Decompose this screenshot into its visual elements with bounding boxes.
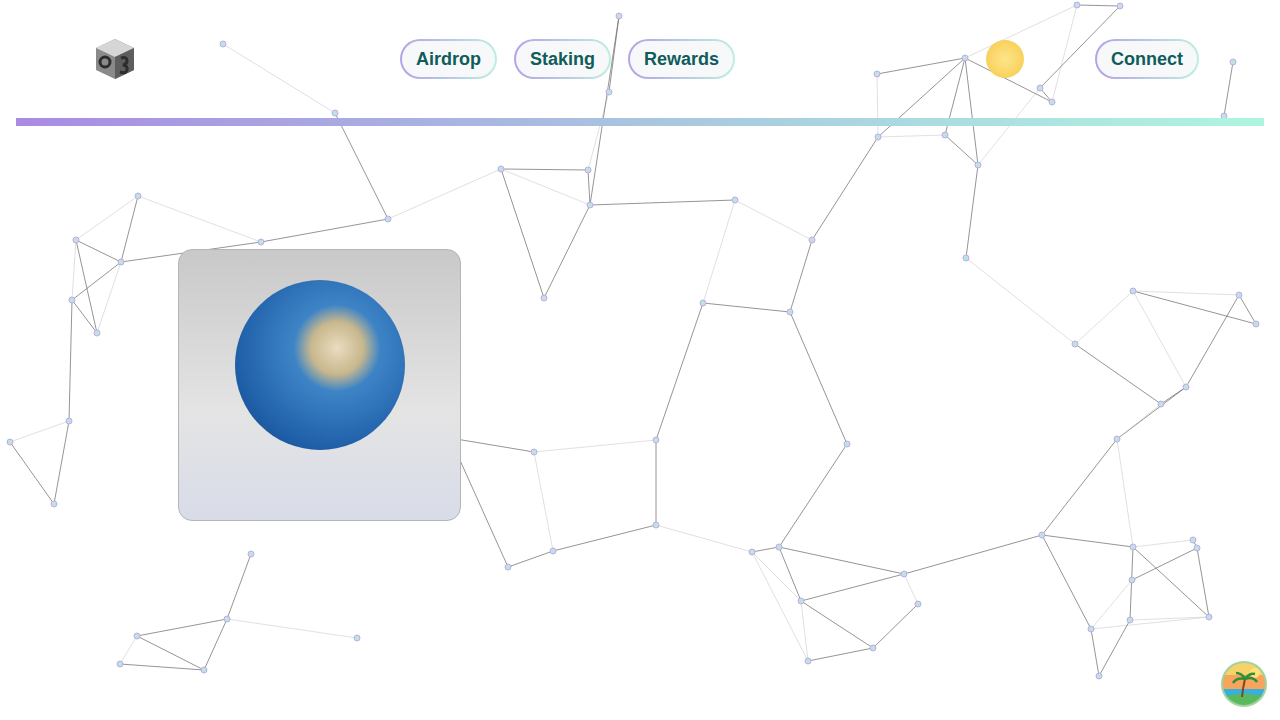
gradient-bar [16, 118, 1264, 126]
beach-avatar-icon[interactable] [1221, 661, 1267, 707]
nav: Airdrop Staking Rewards [400, 39, 735, 79]
header: Airdrop Staking Rewards Connect [0, 0, 1280, 118]
nav-link[interactable]: Rewards [628, 39, 735, 79]
page: Airdrop Staking Rewards Connect [0, 0, 1280, 720]
connect-button[interactable]: Connect [1095, 39, 1199, 79]
nav-link[interactable]: Airdrop [400, 39, 497, 79]
nav-link[interactable]: Staking [514, 39, 611, 79]
sun-icon [986, 40, 1024, 78]
globe-cube-image [178, 249, 461, 521]
logo-icon[interactable] [92, 36, 138, 82]
